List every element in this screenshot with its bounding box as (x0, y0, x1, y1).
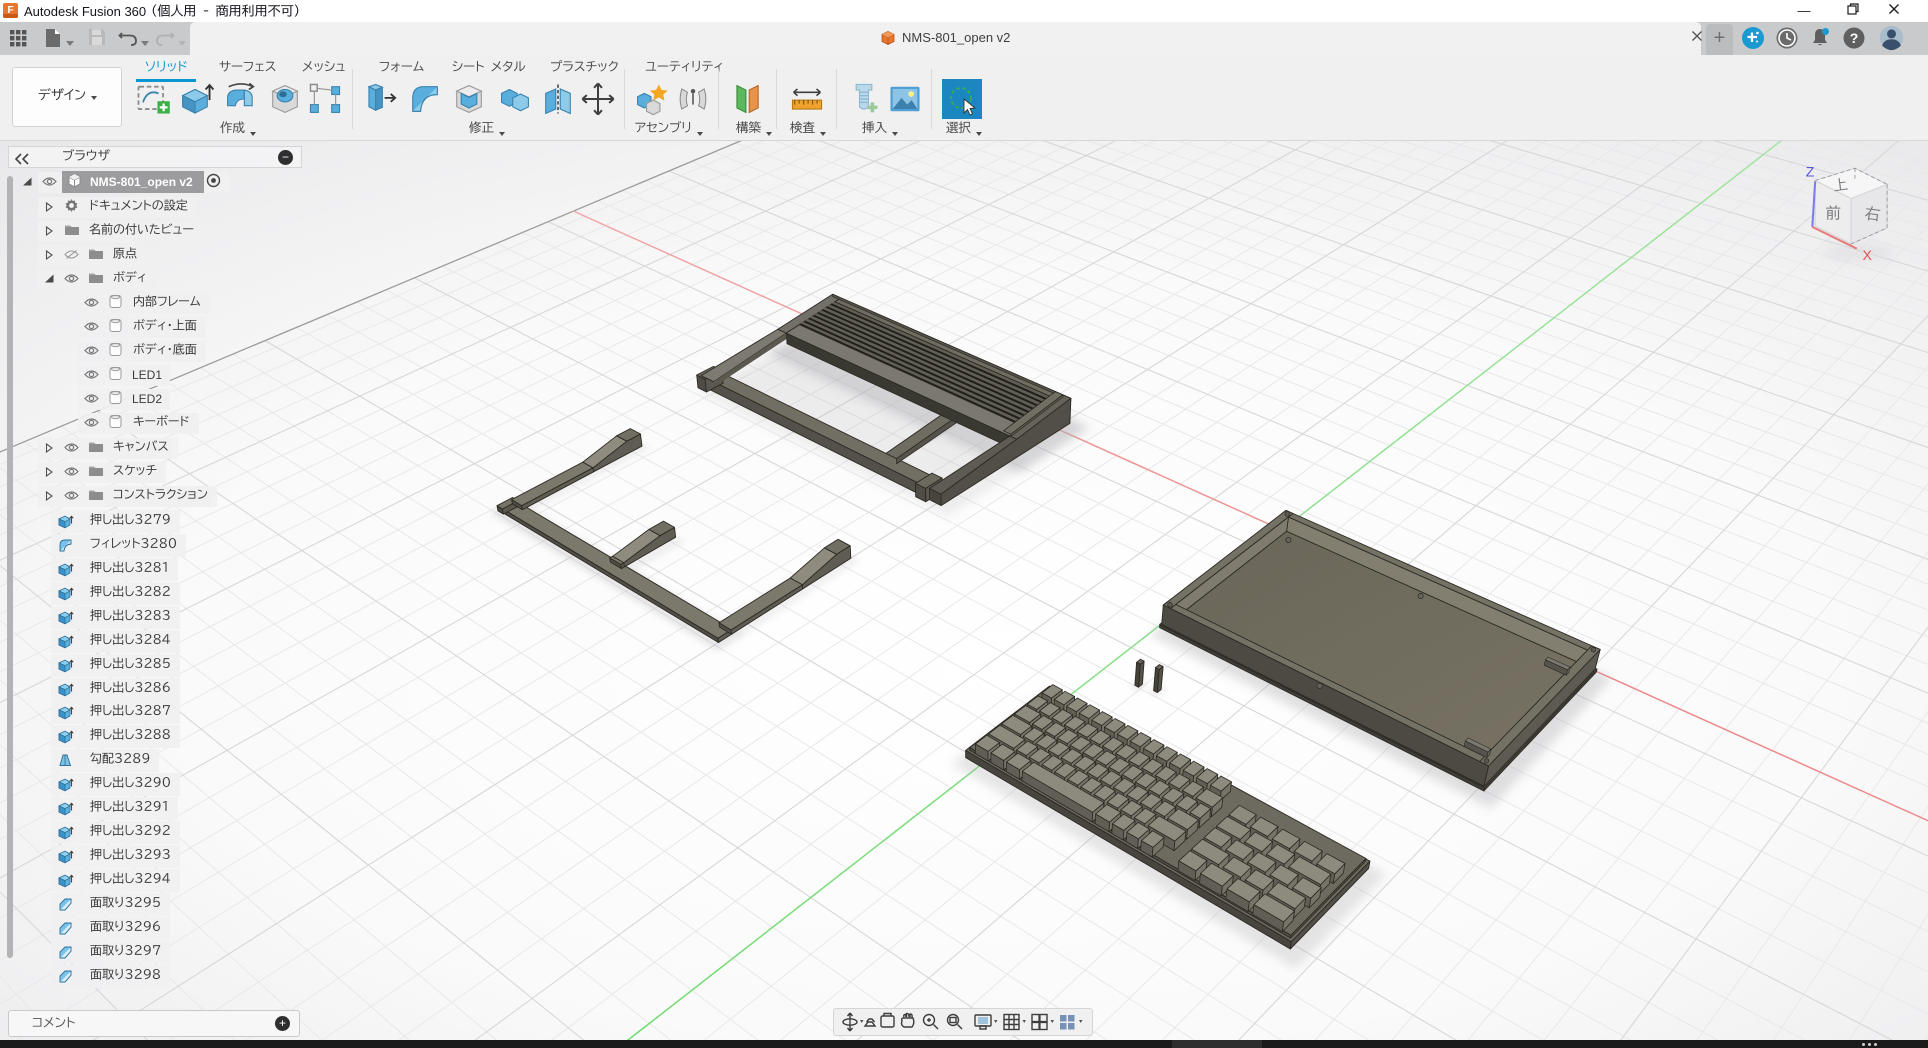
svg-text:X: X (1863, 248, 1873, 264)
svg-text:Z: Z (1806, 165, 1815, 181)
